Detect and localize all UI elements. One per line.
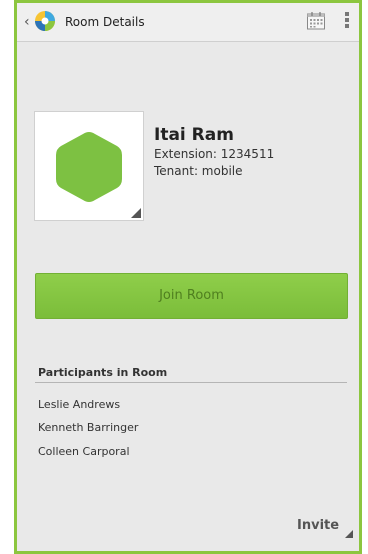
chevron-left-icon[interactable]: ‹ bbox=[24, 13, 30, 31]
participant-item[interactable]: Kenneth Barringer bbox=[38, 421, 138, 435]
corner-indicator-icon bbox=[345, 530, 353, 538]
section-divider bbox=[35, 382, 347, 383]
invite-button[interactable]: Invite bbox=[297, 518, 339, 534]
participants-header: Participants in Room bbox=[38, 366, 168, 379]
screen-title: Room Details bbox=[65, 15, 145, 29]
join-room-button[interactable]: Join Room bbox=[35, 273, 348, 319]
action-bar: ‹ Room Details bbox=[17, 3, 359, 42]
app-logo-icon[interactable] bbox=[34, 10, 56, 32]
overflow-menu-icon[interactable] bbox=[343, 10, 351, 32]
participant-item[interactable]: Leslie Andrews bbox=[38, 398, 120, 412]
contact-tenant: Tenant: mobile bbox=[154, 164, 243, 178]
app-frame: ‹ Room Details Itai Ram Extension: 12345… bbox=[14, 0, 362, 554]
hexagon-avatar-icon bbox=[56, 132, 122, 202]
participant-item[interactable]: Colleen Carporal bbox=[38, 445, 130, 459]
corner-indicator-icon bbox=[131, 208, 141, 218]
avatar[interactable] bbox=[34, 111, 144, 221]
calendar-icon[interactable] bbox=[306, 11, 326, 31]
contact-name: Itai Ram bbox=[154, 125, 234, 145]
contact-extension: Extension: 1234511 bbox=[154, 147, 275, 161]
